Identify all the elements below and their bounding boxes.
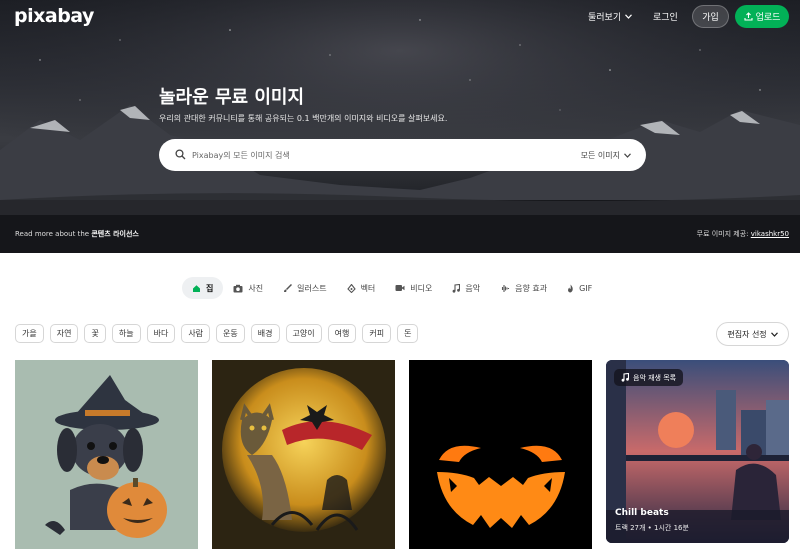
tab-label: 사진 bbox=[248, 283, 264, 293]
explore-label: 둘러보기 bbox=[588, 13, 622, 23]
tag-chip[interactable]: 돈 bbox=[397, 324, 419, 343]
playlist-title: Chill beats bbox=[615, 508, 669, 518]
home-icon bbox=[193, 284, 200, 292]
tab-gif[interactable]: GIF bbox=[557, 277, 602, 299]
tab-label: 일러스트 bbox=[297, 283, 327, 293]
login-link[interactable]: 로그인 bbox=[653, 10, 678, 23]
upload-button[interactable]: 업로드 bbox=[735, 5, 789, 28]
tag-chip[interactable]: 커피 bbox=[362, 324, 392, 343]
playlist-badge-label: 음악 재생 목록 bbox=[633, 373, 677, 382]
tag-chip[interactable]: 가을 bbox=[15, 324, 44, 343]
tab-label: GIF bbox=[579, 283, 593, 293]
tab-videos[interactable]: 비디오 bbox=[385, 277, 442, 299]
tab-photos[interactable]: 사진 bbox=[223, 277, 273, 299]
playlist-meta: 트랙 27개 • 1시간 16분 bbox=[615, 524, 689, 532]
music-note-icon bbox=[621, 373, 629, 382]
tag-chip[interactable]: 자연 bbox=[49, 324, 79, 343]
music-playlist-card[interactable]: 음악 재생 목록 Chill beats 트랙 27개 • 1시간 16분 bbox=[606, 360, 789, 543]
chevron-down-icon bbox=[770, 331, 778, 337]
search-icon[interactable] bbox=[175, 149, 186, 160]
credit-prefix: 무료 이미지 제공: bbox=[696, 230, 749, 238]
halloween-cat-illustration bbox=[212, 360, 395, 549]
tag-chip[interactable]: 운동 bbox=[216, 324, 245, 343]
credit-user-link[interactable]: vikashkr50 bbox=[751, 230, 789, 238]
tab-sound-effects[interactable]: 음향 효과 bbox=[490, 277, 557, 299]
tab-label: 벡터 bbox=[360, 283, 376, 293]
explore-menu[interactable]: 둘러보기 bbox=[588, 10, 633, 23]
tab-label: 비디오 bbox=[410, 283, 433, 293]
pixabay-logo[interactable]: pixabay bbox=[14, 5, 94, 27]
tag-chip[interactable]: 꽃 bbox=[84, 324, 106, 343]
tag-chip[interactable]: 하늘 bbox=[111, 324, 141, 343]
hero-banner: pixabay 둘러보기 로그인 가입 업로드 놀라운 무료 이미지 우리의 관… bbox=[0, 0, 800, 253]
tab-label: 음향 효과 bbox=[515, 283, 548, 293]
license-prefix: Read more about the bbox=[15, 230, 90, 238]
tag-chip[interactable]: 사람 bbox=[181, 324, 211, 343]
brush-icon bbox=[284, 283, 293, 292]
tab-home[interactable]: 집 bbox=[182, 277, 224, 299]
image-credit: 무료 이미지 제공: vikashkr50 bbox=[697, 229, 789, 239]
playlist-badge: 음악 재생 목록 bbox=[614, 369, 684, 386]
page-title: 놀라운 무료 이미지 bbox=[159, 87, 305, 108]
vector-icon bbox=[346, 283, 356, 293]
tab-label: 음악 bbox=[465, 283, 481, 293]
dachshund-witch-illustration bbox=[15, 360, 198, 549]
gallery-image-jack-o-lantern[interactable] bbox=[409, 360, 592, 549]
media-type-tabs: 집 사진 일러스트 벡터 비디오 음악 음향 효과 GIF bbox=[182, 277, 602, 299]
tag-chip-list: 가을 자연 꽃 하늘 바다 사람 운동 배경 고양이 여행 커피 돈 bbox=[15, 324, 419, 343]
jack-o-lantern-face-illustration bbox=[409, 360, 592, 549]
top-navigation: pixabay 둘러보기 로그인 가입 업로드 bbox=[0, 0, 800, 34]
upload-icon bbox=[744, 12, 753, 21]
search-input[interactable] bbox=[192, 139, 572, 171]
music-note-icon bbox=[452, 283, 461, 293]
gallery-image-halloween-cat[interactable] bbox=[212, 360, 395, 549]
sort-dropdown[interactable]: 편집자 선정 bbox=[716, 322, 789, 346]
chevron-down-icon bbox=[624, 153, 631, 158]
hero-background-image bbox=[0, 0, 800, 253]
tag-chip[interactable]: 배경 bbox=[250, 324, 280, 343]
camera-icon bbox=[233, 284, 243, 292]
tag-chip[interactable]: 고양이 bbox=[285, 324, 322, 343]
search-type-dropdown[interactable]: 모든 이미지 bbox=[581, 150, 631, 161]
video-icon bbox=[395, 285, 405, 291]
tab-illustrations[interactable]: 일러스트 bbox=[273, 277, 336, 299]
license-link[interactable]: 콘텐츠 라이선스 bbox=[91, 230, 139, 238]
tab-vectors[interactable]: 벡터 bbox=[337, 277, 386, 299]
tab-label: 집 bbox=[206, 283, 214, 293]
gif-icon bbox=[568, 284, 573, 292]
waveform-icon bbox=[502, 284, 510, 292]
license-note: Read more about the 콘텐츠 라이선스 bbox=[15, 229, 139, 239]
search-type-label: 모든 이미지 bbox=[580, 151, 620, 160]
search-bar: 모든 이미지 bbox=[159, 139, 646, 171]
tag-chip[interactable]: 바다 bbox=[146, 324, 176, 343]
tab-music[interactable]: 음악 bbox=[442, 277, 490, 299]
gallery-image-dachshund-witch[interactable] bbox=[15, 360, 198, 549]
hero-subtitle: 우리의 관대한 커뮤니티를 통해 공유되는 0.1 백만개의 이미지와 비디오를… bbox=[159, 114, 448, 123]
chevron-down-icon bbox=[625, 14, 633, 19]
tag-chip[interactable]: 여행 bbox=[327, 324, 357, 343]
sort-label: 편집자 선정 bbox=[727, 329, 767, 339]
upload-label: 업로드 bbox=[755, 13, 781, 23]
join-button[interactable]: 가입 bbox=[692, 5, 729, 28]
